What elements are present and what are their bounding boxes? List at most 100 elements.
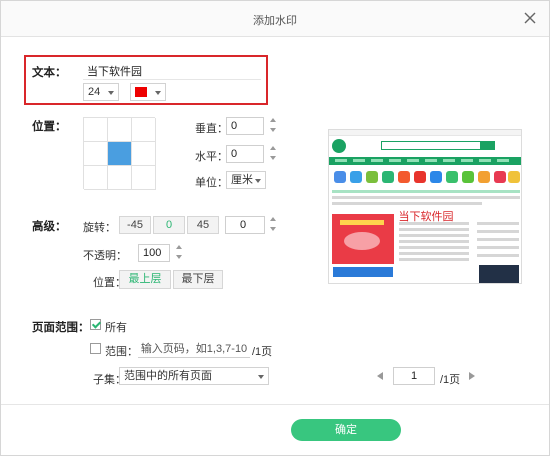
preview-app-icon [350, 171, 362, 183]
horizontal-offset-input[interactable]: 0 [226, 145, 264, 163]
preview-textline [399, 228, 469, 231]
preview-app-icon [414, 171, 426, 183]
position-label: 位置 [32, 121, 55, 133]
preview-page-total: /1页 [440, 374, 461, 386]
position-label-colon: ： [55, 121, 67, 133]
spinner-up-icon[interactable] [176, 245, 182, 249]
chevron-down-icon [155, 91, 161, 95]
range-checkbox[interactable] [90, 343, 101, 354]
preview-topbar [329, 130, 521, 136]
chevron-down-icon [255, 179, 261, 183]
preview-searchbox [381, 141, 481, 150]
preview-app-icon [382, 171, 394, 183]
rotate-label: 旋转 [83, 222, 105, 234]
font-size-value: 24 [88, 86, 101, 98]
horizontal-spinner[interactable] [269, 146, 277, 162]
vertical-label: 垂直 [195, 123, 217, 135]
horizontal-label: 水平 [195, 151, 217, 163]
position-middle-left[interactable] [84, 142, 108, 166]
unit-label: 单位 [195, 177, 217, 189]
subset-label: 子集 [93, 374, 115, 386]
subset-value: 范围中的所有页面 [124, 370, 212, 382]
preview-textline [399, 252, 469, 255]
preview-textline [477, 230, 519, 233]
preview-tagbar [332, 190, 520, 193]
preview-app-icons [332, 168, 520, 186]
rotate-45-button[interactable]: 45 [187, 216, 219, 234]
layer-top-button[interactable]: 最上层 [119, 270, 171, 289]
preview-textline [399, 246, 469, 249]
preview-thumbnail [479, 265, 519, 283]
chevron-down-icon [258, 375, 264, 379]
range-total: /1页 [252, 346, 273, 358]
position-bottom-right[interactable] [132, 166, 156, 190]
position-center[interactable] [108, 142, 132, 166]
next-page-icon[interactable] [469, 372, 475, 380]
dialog-titlebar: 添加水印 [1, 1, 549, 37]
preview-app-icon [334, 171, 346, 183]
vertical-spinner[interactable] [269, 118, 277, 134]
preview-watermark-text: 当下软件园 [398, 211, 454, 223]
preview-textline [332, 196, 520, 199]
vertical-offset-input[interactable]: 0 [226, 117, 264, 135]
position-top-right[interactable] [132, 118, 156, 142]
preview-textline [399, 240, 469, 243]
spinner-down-icon[interactable] [270, 128, 276, 132]
preview-app-icon [446, 171, 458, 183]
color-swatch [135, 87, 147, 97]
prev-page-icon[interactable] [377, 372, 383, 380]
spinner-up-icon[interactable] [270, 118, 276, 122]
unit-value: 厘米 [231, 174, 253, 186]
spinner-up-icon[interactable] [270, 146, 276, 150]
watermark-text-input[interactable] [83, 62, 261, 80]
rotate-minus45-button[interactable]: -45 [119, 216, 151, 234]
advanced-label-colon: ： [55, 221, 67, 233]
watermark-dialog: 添加水印 文本： 24 位置： 垂直： 0 [0, 0, 550, 456]
ok-button[interactable]: 确定 [291, 419, 401, 441]
rotate-angle-input[interactable]: 0 [225, 216, 265, 234]
position-bottom-left[interactable] [84, 166, 108, 190]
font-size-select[interactable]: 24 [83, 83, 119, 101]
layer-label: 位置 [93, 277, 115, 289]
subset-select[interactable]: 范围中的所有页面 [119, 367, 269, 385]
current-page-input[interactable]: 1 [393, 367, 435, 385]
rotate-spinner[interactable] [269, 217, 277, 233]
footer-divider [1, 404, 549, 405]
advanced-label: 高级 [32, 221, 55, 233]
opacity-input[interactable]: 100 [138, 244, 170, 262]
preview-textline [477, 238, 519, 241]
position-middle-right[interactable] [132, 142, 156, 166]
preview-textline [399, 258, 469, 261]
page-range-label: 页面范围 [32, 322, 78, 334]
position-top-center[interactable] [108, 118, 132, 142]
chevron-down-icon [108, 91, 114, 95]
dialog-title: 添加水印 [253, 15, 297, 27]
position-bottom-center[interactable] [108, 166, 132, 190]
spinner-down-icon[interactable] [270, 227, 276, 231]
layer-bottom-button[interactable]: 最下层 [173, 270, 223, 289]
spinner-down-icon[interactable] [270, 156, 276, 160]
range-label: 范围 [105, 346, 127, 358]
spinner-up-icon[interactable] [270, 217, 276, 221]
close-icon[interactable] [521, 9, 539, 27]
preview-app-icon [462, 171, 474, 183]
rotate-0-button[interactable]: 0 [153, 216, 185, 234]
all-pages-label: 所有 [105, 322, 127, 334]
preview-logo-icon [332, 139, 346, 153]
opacity-label: 不透明 [83, 250, 116, 262]
position-top-left[interactable] [84, 118, 108, 142]
preview-app-icon [430, 171, 442, 183]
spinner-down-icon[interactable] [176, 255, 182, 259]
unit-select[interactable]: 厘米 [226, 171, 266, 189]
opacity-spinner[interactable] [175, 245, 183, 261]
preview-textline [399, 234, 469, 237]
position-grid [83, 117, 156, 190]
all-pages-checkbox[interactable] [90, 319, 101, 330]
watermark-preview: 当下软件园 [328, 129, 522, 284]
color-picker[interactable] [130, 83, 166, 101]
preview-footer-strip [333, 267, 393, 277]
preview-app-icon [494, 171, 506, 183]
preview-app-icon [478, 171, 490, 183]
page-range-input[interactable]: 输入页码，如1,3,7-10 [138, 340, 250, 358]
text-label-colon: ： [55, 67, 67, 79]
